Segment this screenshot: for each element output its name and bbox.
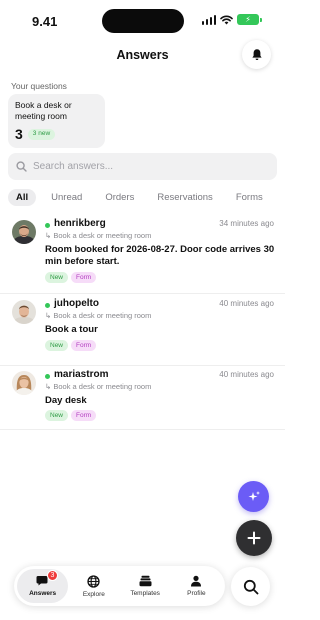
timestamp: 40 minutes ago [219, 370, 274, 379]
answer-source: ↳ Book a desk or meeting room [45, 382, 152, 391]
timestamp: 40 minutes ago [219, 299, 274, 308]
online-indicator [45, 374, 50, 379]
question-card[interactable]: Book a desk or meeting room 3 3 new [8, 94, 105, 148]
tag-list: New Form [45, 272, 97, 283]
stack-icon [139, 575, 152, 587]
person-icon [191, 575, 202, 587]
list-item[interactable]: juhopelto 40 minutes ago ↳ Book a desk o… [0, 294, 285, 366]
tab-orders[interactable]: Orders [97, 189, 142, 206]
search-bar[interactable] [8, 153, 277, 180]
answer-source: ↳ Book a desk or meeting room [45, 231, 152, 240]
avatar [12, 220, 36, 244]
plus-icon [247, 531, 261, 545]
nav-label: Answers [29, 590, 57, 597]
search-input[interactable] [33, 161, 253, 172]
sparkle-icon [248, 490, 260, 501]
username[interactable]: mariastrom [54, 369, 108, 380]
globe-icon [87, 574, 101, 588]
form-badge: Form [71, 340, 97, 351]
nav-label: Templates [130, 590, 160, 597]
list-item[interactable]: henrikberg 34 minutes ago ↳ Book a desk … [0, 216, 285, 294]
form-badge: Form [71, 410, 97, 421]
status-time: 9.41 [32, 14, 58, 29]
search-icon [16, 161, 27, 172]
new-count-badge: 3 new [27, 128, 56, 140]
nav-answers[interactable]: 3 Answers [17, 569, 69, 603]
nav-templates[interactable]: Templates [120, 569, 171, 603]
ai-assistant-button[interactable] [238, 481, 269, 512]
online-indicator [45, 223, 50, 228]
question-card-title: Book a desk or meeting room [15, 100, 72, 121]
username[interactable]: henrikberg [54, 218, 106, 229]
dynamic-island [102, 9, 184, 33]
new-answer-button[interactable] [236, 520, 272, 556]
form-badge: Form [71, 272, 97, 283]
tab-forms[interactable]: Forms [228, 189, 271, 206]
nav-explore[interactable]: Explore [68, 569, 119, 603]
avatar [12, 371, 36, 395]
question-count: 3 [15, 126, 23, 142]
system-icons: ⚡ [201, 14, 262, 25]
tab-unread[interactable]: Unread [43, 189, 90, 206]
nav-label: Explore [82, 590, 105, 598]
search-button[interactable] [231, 567, 270, 606]
nav-profile[interactable]: Profile [171, 569, 222, 603]
unread-badge: 3 [47, 570, 58, 581]
answer-message: Room booked for 2026-08-27. Door code ar… [45, 244, 275, 267]
answer-message: Book a tour [45, 324, 98, 335]
answer-source: ↳ Book a desk or meeting room [45, 311, 152, 320]
username[interactable]: juhopelto [54, 298, 99, 309]
tab-all[interactable]: All [8, 188, 37, 206]
tag-list: New Form [45, 410, 97, 421]
battery-icon: ⚡ [237, 14, 262, 25]
avatar [12, 300, 36, 324]
signal-icon [201, 14, 216, 25]
status-bar: 9.41 ⚡ [0, 0, 285, 42]
notifications-button[interactable] [242, 40, 271, 69]
new-badge: New [45, 272, 69, 283]
wifi-icon [220, 15, 233, 24]
online-indicator [45, 303, 50, 308]
filter-tabs: All Unread Orders Reservations Forms [8, 187, 285, 207]
bell-icon [251, 49, 262, 60]
answers-list: henrikberg 34 minutes ago ↳ Book a desk … [0, 216, 285, 430]
tab-reservations[interactable]: Reservations [149, 189, 220, 206]
list-item[interactable]: mariastrom 40 minutes ago ↳ Book a desk … [0, 366, 285, 430]
answer-message: Day desk [45, 395, 87, 406]
bottom-nav: 3 Answers Explore Templates Profile [14, 566, 225, 606]
search-icon [243, 579, 258, 594]
new-badge: New [45, 410, 69, 421]
new-badge: New [45, 340, 69, 351]
tag-list: New Form [45, 340, 97, 351]
timestamp: 34 minutes ago [219, 219, 274, 228]
your-questions-label: Your questions [11, 81, 67, 91]
nav-label: Profile [187, 590, 206, 597]
